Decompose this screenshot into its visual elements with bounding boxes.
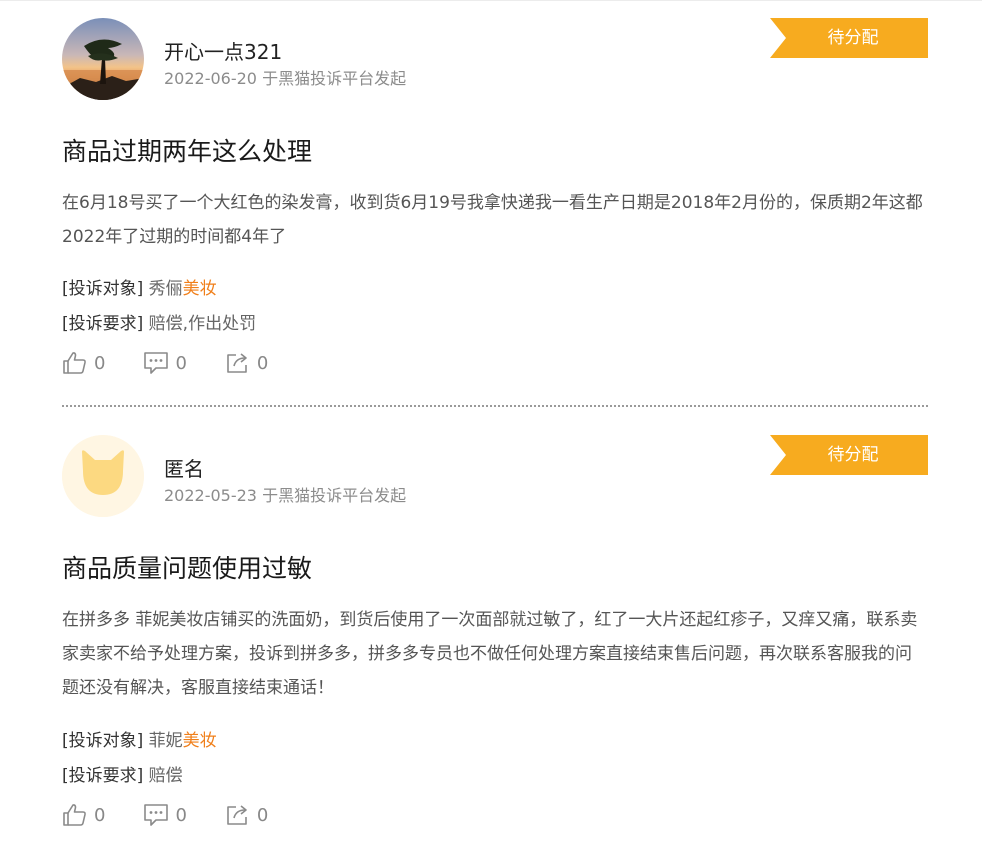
cat-face-icon — [62, 435, 144, 517]
post-meta: 2022-05-23 于黑猫投诉平台发起 — [164, 482, 406, 506]
user-name[interactable]: 开心一点321 — [164, 36, 282, 65]
comment-count: 0 — [175, 352, 187, 374]
demand-label: [投诉要求] — [62, 766, 144, 786]
target-name[interactable]: 菲妮 — [149, 731, 183, 751]
target-label: [投诉对象] — [62, 279, 144, 299]
comment-icon — [144, 352, 169, 374]
share-count: 0 — [256, 804, 269, 826]
like-button[interactable]: 0 — [62, 803, 105, 827]
action-bar: 0 0 0 — [62, 351, 306, 375]
complaint-description[interactable]: 在拼多多 菲妮美妆店铺买的洗面奶，到货后使用了一次面部就过敏了，红了一大片还起红… — [62, 603, 928, 705]
share-icon — [227, 353, 247, 373]
share-button[interactable]: 0 — [225, 803, 268, 827]
complaint-target: [投诉对象] 菲妮美妆 — [62, 726, 217, 751]
status-badge: 待分配 — [770, 435, 928, 475]
complaint-description[interactable]: 在6月18号买了一个大红色的染发膏，收到货6月19号我拿快递我一看生产日期是20… — [62, 186, 928, 254]
status-badge: 待分配 — [770, 18, 928, 58]
target-name[interactable]: 秀俪 — [149, 279, 183, 299]
share-icon — [227, 805, 247, 825]
like-count: 0 — [94, 352, 106, 374]
thumbs-up-icon — [63, 352, 86, 374]
like-count: 0 — [94, 804, 106, 826]
like-button[interactable]: 0 — [62, 351, 105, 375]
complaint-demand: [投诉要求] 赔偿 — [62, 761, 183, 786]
complaint-title[interactable]: 商品过期两年这么处理 — [62, 132, 312, 168]
post-source: 于黑猫投诉平台发起 — [262, 69, 407, 88]
demand-value: 赔偿 — [148, 766, 183, 786]
user-avatar[interactable] — [62, 18, 144, 100]
action-bar: 0 0 0 — [62, 803, 306, 827]
complaint-card: 开心一点321 2022-06-20 于黑猫投诉平台发起 待分配 商品过期两年这… — [62, 18, 928, 388]
share-button[interactable]: 0 — [225, 351, 268, 375]
landscape-tree-photo — [62, 18, 144, 100]
comment-button[interactable]: 0 — [143, 351, 187, 375]
demand-label: [投诉要求] — [62, 314, 144, 334]
target-label: [投诉对象] — [62, 731, 144, 751]
comment-icon — [144, 804, 169, 826]
post-source: 于黑猫投诉平台发起 — [262, 486, 407, 505]
post-meta: 2022-06-20 于黑猫投诉平台发起 — [164, 65, 406, 89]
comment-button[interactable]: 0 — [143, 803, 187, 827]
share-count: 0 — [256, 352, 269, 374]
top-divider — [0, 0, 982, 1]
thumbs-up-icon — [63, 804, 86, 826]
post-date: 2022-05-23 — [164, 486, 257, 505]
post-date: 2022-06-20 — [164, 69, 257, 88]
card-divider — [62, 405, 928, 407]
target-highlight[interactable]: 美妆 — [183, 731, 217, 751]
target-highlight[interactable]: 美妆 — [183, 279, 217, 299]
complaint-target: [投诉对象] 秀俪美妆 — [62, 274, 217, 299]
complaint-card: 匿名 2022-05-23 于黑猫投诉平台发起 待分配 商品质量问题使用过敏 在… — [62, 435, 928, 835]
demand-value: 赔偿,作出处罚 — [148, 314, 257, 334]
comment-count: 0 — [175, 804, 187, 826]
complaint-title[interactable]: 商品质量问题使用过敏 — [62, 549, 312, 585]
user-name[interactable]: 匿名 — [164, 453, 204, 482]
complaint-demand: [投诉要求] 赔偿,作出处罚 — [62, 309, 256, 334]
user-avatar[interactable] — [62, 435, 144, 517]
